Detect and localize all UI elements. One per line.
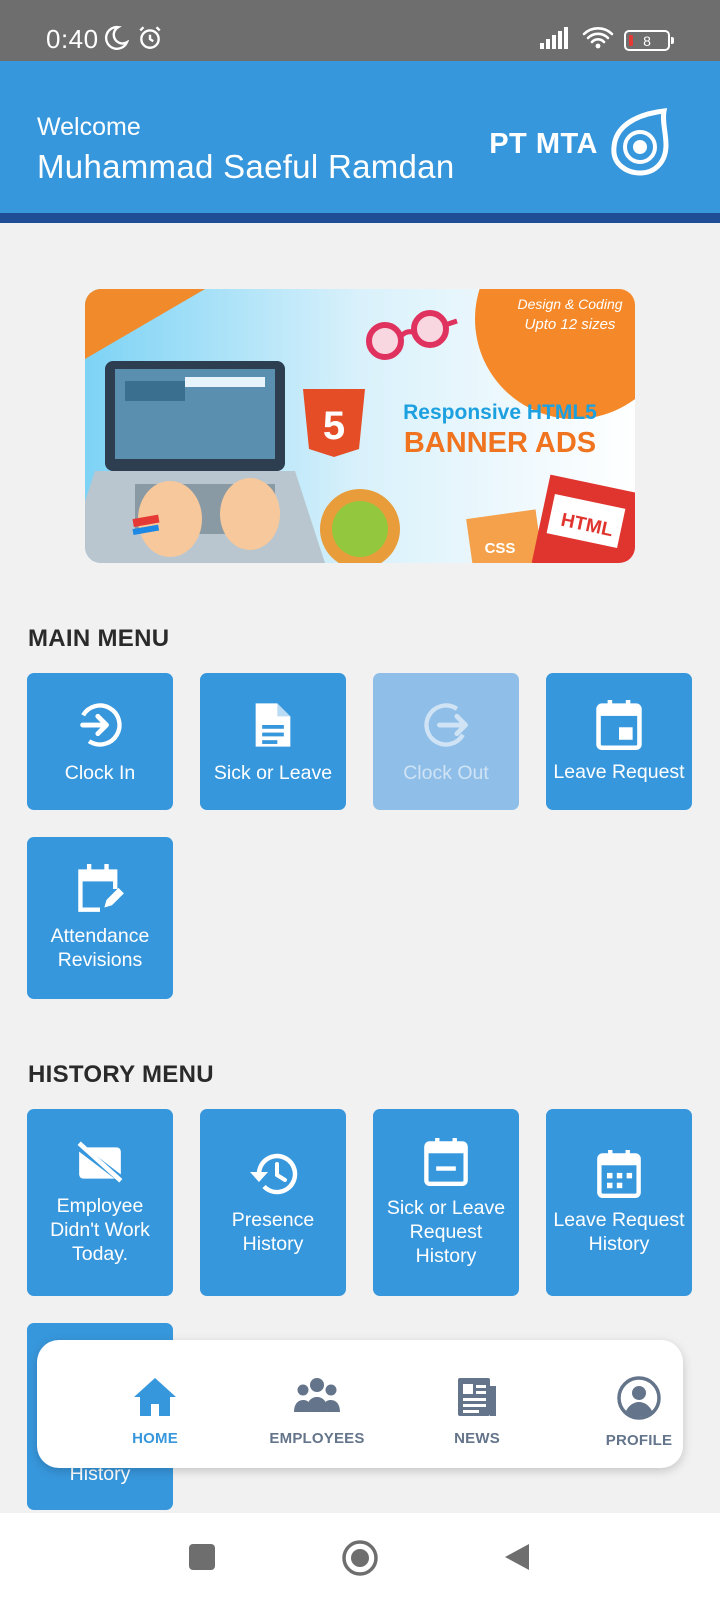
signal-icon [540,27,572,54]
sick-leave-request-history-label: Sick or Leave Request History [386,1196,506,1267]
sick-or-leave-label: Sick or Leave [213,761,333,784]
clock-in-label: Clock In [64,761,136,784]
account-circle-icon [617,1376,661,1424]
calendar-minus-icon [424,1137,468,1186]
clock-in-button[interactable]: Clock In [27,673,173,810]
brand-logo: PT MTA [489,107,670,182]
sick-or-leave-button[interactable]: Sick or Leave [200,673,346,810]
attendance-revisions-button[interactable]: Attendance Revisions [27,837,173,999]
home-circle-icon[interactable] [341,1539,379,1582]
svg-text:5: 5 [323,404,345,448]
leave-request-history-label: Leave Request History [553,1208,685,1255]
banner-line2: Upto 12 sizes [525,316,616,333]
leave-request-button[interactable]: Leave Request [546,673,692,810]
nav-profile[interactable]: PROFILE [559,1376,719,1449]
history-menu-title: HISTORY MENU [28,1061,214,1088]
badge-css: CSS [485,540,516,557]
people-icon [294,1376,340,1422]
calendar-grid-icon [597,1149,641,1198]
attendance-revisions-label: Attendance Revisions [50,925,150,971]
wifi-icon [582,26,614,55]
html5-icon: 5 [303,389,365,457]
status-time: 0:40 [46,24,99,54]
presence-history-button[interactable]: Presence History [200,1109,346,1296]
banner-line4: BANNER ADS [404,427,596,459]
back-icon[interactable] [503,1542,531,1577]
moon-icon [103,25,130,56]
nav-employees[interactable]: EMPLOYEES [237,1376,397,1447]
alarm-icon [137,25,163,56]
logout-icon [420,699,472,751]
nav-news[interactable]: NEWS [397,1376,557,1447]
home-icon [132,1376,178,1422]
clock-out-button[interactable]: Clock Out [373,673,519,810]
user-name: Muhammad Saeful Ramdan [37,148,455,185]
leave-request-label: Leave Request [553,760,685,783]
nav-profile-label: PROFILE [605,1432,673,1449]
status-bar: 0:40 8 [0,0,720,61]
leave-request-history-button[interactable]: Leave Request History [546,1109,692,1296]
promo-banner[interactable]: Design & Coding Upto 12 sizes 5 Responsi… [85,289,635,563]
nav-home-label: HOME [132,1430,178,1447]
recents-icon[interactable] [188,1543,216,1576]
banner-line1: Design & Coding [517,296,622,312]
nav-employees-label: EMPLOYEES [269,1430,365,1447]
welcome-label: Welcome [37,113,141,141]
sick-leave-request-history-button[interactable]: Sick or Leave Request History [373,1109,519,1296]
battery-level: 8 [643,32,651,49]
system-navigation-bar [0,1513,720,1600]
employee-didnt-work-label: Employee Didn't Work Today. [50,1194,150,1265]
app-header: Welcome Muhammad Saeful Ramdan PT MTA [0,61,720,223]
calendar-event-icon [596,699,642,750]
banner-line3: Responsive HTML5 [403,401,597,424]
badge-off-icon [75,1140,125,1184]
drop-logo-icon [606,107,670,182]
newspaper-icon [456,1376,498,1422]
document-icon [250,699,296,751]
presence-history-label: Presence History [231,1208,315,1255]
bottom-navigation: HOME EMPLOYEES NEWS PROFILE [37,1340,683,1468]
brand-name: PT MTA [489,128,598,160]
login-icon [74,699,126,751]
main-menu-title: MAIN MENU [28,625,170,652]
nav-home[interactable]: HOME [75,1376,235,1447]
history-icon [247,1150,299,1198]
nav-news-label: NEWS [454,1430,500,1447]
battery-icon: 8 [624,30,674,51]
employee-didnt-work-button[interactable]: Employee Didn't Work Today. [27,1109,173,1296]
calendar-edit-icon [76,864,124,914]
clock-out-label: Clock Out [403,761,489,784]
